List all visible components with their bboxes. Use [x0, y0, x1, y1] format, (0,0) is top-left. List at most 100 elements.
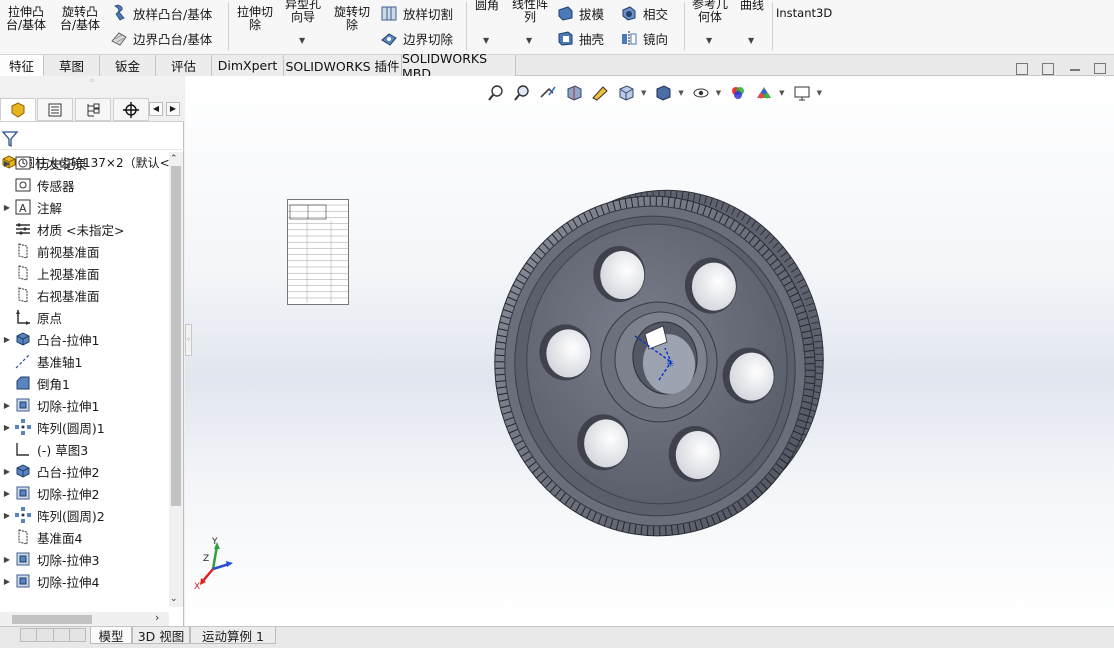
- view-orientation-icon[interactable]: [615, 83, 637, 103]
- hole-wizard-button[interactable]: 异型孔 向导 ▼: [282, 0, 324, 50]
- curves-dropdown-icon[interactable]: ▼: [748, 36, 754, 45]
- apply-scene-icon[interactable]: [753, 83, 775, 103]
- expand-arrow-icon[interactable]: ▶: [0, 401, 14, 410]
- expand-arrow-icon[interactable]: ▶: [0, 335, 14, 344]
- panel-tabs-scroll-left-icon[interactable]: ◀: [149, 102, 163, 116]
- scroll-down-icon[interactable]: ⌄: [170, 594, 178, 604]
- extrude-boss-button[interactable]: 拉伸凸 台/基体: [2, 0, 50, 50]
- tree-item[interactable]: ▶ 切除-拉伸4: [0, 570, 168, 592]
- tree-item[interactable]: 倒角1: [0, 372, 168, 394]
- tree-item[interactable]: 上视基准面: [0, 262, 168, 284]
- panel-grip[interactable]: ◦: [0, 76, 184, 96]
- tile-left-icon[interactable]: [1016, 63, 1028, 75]
- display-style-icon[interactable]: [652, 83, 674, 103]
- swept-boss-button[interactable]: 放样凸台/基体: [110, 2, 212, 24]
- panel-tabs-scroll-right-icon[interactable]: ▶: [166, 102, 180, 116]
- last-tab-icon[interactable]: [70, 629, 85, 641]
- tree-item[interactable]: ▶ A 注解: [0, 196, 168, 218]
- prev-tab-icon[interactable]: [37, 629, 54, 641]
- next-tab-icon[interactable]: [54, 629, 70, 641]
- previous-view-icon[interactable]: [537, 83, 559, 103]
- expand-arrow-icon[interactable]: ▶: [0, 489, 14, 498]
- graphics-area[interactable]: ◦ ▼ ▼ ▼ ▼ ▼ ✳ Y Z X: [185, 76, 1114, 626]
- linear-pattern-dropdown-icon[interactable]: ▼: [526, 36, 532, 45]
- expand-arrow-icon[interactable]: ▶: [0, 159, 14, 168]
- tree-item[interactable]: ▶ 阵列(圆周)2: [0, 504, 168, 526]
- hole-wizard-dropdown-icon[interactable]: ▼: [299, 36, 305, 45]
- mirror-button[interactable]: 镜向: [620, 27, 668, 49]
- tree-item[interactable]: 基准轴1: [0, 350, 168, 372]
- instant3d-button[interactable]: Instant3D: [776, 0, 832, 50]
- tab-features[interactable]: 特征: [0, 55, 44, 76]
- tab-motion-study[interactable]: 运动算例 1: [190, 627, 276, 644]
- hide-show-items-icon[interactable]: [690, 83, 712, 103]
- dynamic-annotation-icon[interactable]: [589, 83, 611, 103]
- shell-button[interactable]: 抽壳: [556, 27, 604, 49]
- tree-item[interactable]: ▶ 切除-拉伸1: [0, 394, 168, 416]
- tab-sheet-metal[interactable]: 钣金: [100, 55, 156, 76]
- reference-geometry-button[interactable]: 参考几 何体 ▼: [688, 0, 732, 50]
- panel-collapse-handle[interactable]: ◦: [185, 324, 192, 356]
- extrude-cut-button[interactable]: 拉伸切 除: [232, 0, 278, 50]
- tab-sketch[interactable]: 草图: [44, 55, 100, 76]
- tab-scroll-buttons[interactable]: [20, 628, 86, 642]
- display-style-dropdown-icon[interactable]: ▼: [678, 89, 683, 97]
- tab-dimxpert[interactable]: DimXpert: [212, 55, 284, 76]
- tree-item[interactable]: ▶ 切除-拉伸2: [0, 482, 168, 504]
- curves-button[interactable]: 曲线 ▼: [736, 0, 768, 50]
- property-manager-tab[interactable]: [37, 98, 73, 121]
- boundary-cut-button[interactable]: 边界切除: [380, 27, 453, 49]
- expand-arrow-icon[interactable]: ▶: [0, 467, 14, 476]
- tree-vertical-scroll-thumb[interactable]: [171, 166, 181, 506]
- fillet-button[interactable]: 圆角 ▼: [470, 0, 504, 50]
- reference-triad[interactable]: Y Z X: [193, 536, 243, 592]
- first-tab-icon[interactable]: [21, 629, 38, 641]
- swept-cut-button[interactable]: 放样切割: [380, 2, 453, 24]
- dimxpert-manager-tab[interactable]: [113, 98, 149, 121]
- feature-manager-tab[interactable]: [0, 98, 36, 121]
- gear-model[interactable]: ✳: [485, 186, 825, 546]
- zoom-to-area-icon[interactable]: [511, 83, 533, 103]
- expand-arrow-icon[interactable]: ▶: [0, 511, 14, 520]
- expand-arrow-icon[interactable]: ▶: [0, 203, 14, 212]
- tree-item[interactable]: ▶ 阵列(圆周)1: [0, 416, 168, 438]
- tab-solidworks-mbd[interactable]: SOLIDWORKS MBD: [402, 51, 516, 81]
- tree-item[interactable]: 原点: [0, 306, 168, 328]
- filter-icon[interactable]: [1, 130, 19, 148]
- section-view-icon[interactable]: [563, 83, 585, 103]
- tree-item[interactable]: ▶ 凸台-拉伸2: [0, 460, 168, 482]
- hide-show-dropdown-icon[interactable]: ▼: [716, 89, 721, 97]
- tree-item[interactable]: 传感器: [0, 174, 168, 196]
- fillet-dropdown-icon[interactable]: ▼: [483, 36, 489, 45]
- tile-right-icon[interactable]: [1042, 63, 1054, 75]
- tree-item[interactable]: 右视基准面: [0, 284, 168, 306]
- boundary-boss-button[interactable]: 边界凸台/基体: [110, 27, 212, 49]
- tree-item[interactable]: 前视基准面: [0, 240, 168, 262]
- reference-geometry-dropdown-icon[interactable]: ▼: [706, 36, 712, 45]
- configuration-manager-tab[interactable]: [75, 98, 111, 121]
- tree-item[interactable]: (-) 草图3: [0, 438, 168, 460]
- apply-scene-dropdown-icon[interactable]: ▼: [779, 89, 784, 97]
- tree-item[interactable]: ▶ 历史记录: [0, 152, 168, 174]
- tab-model[interactable]: 模型: [90, 627, 132, 644]
- tree-item[interactable]: ▶ 切除-拉伸3: [0, 548, 168, 570]
- tab-3d-view[interactable]: 3D 视图: [132, 627, 190, 644]
- intersect-button[interactable]: 相交: [620, 2, 668, 24]
- revolve-boss-button[interactable]: 旋转凸 台/基体: [54, 0, 106, 50]
- restore-icon[interactable]: [1094, 63, 1106, 74]
- revolve-cut-button[interactable]: 旋转切 除: [330, 0, 374, 50]
- scroll-up-icon[interactable]: ⌃: [170, 154, 178, 164]
- expand-arrow-icon[interactable]: ▶: [0, 423, 14, 432]
- view-settings-dropdown-icon[interactable]: ▼: [817, 89, 822, 97]
- tree-item[interactable]: 材质 <未指定>: [0, 218, 168, 240]
- scroll-right-icon[interactable]: ›: [155, 611, 159, 624]
- linear-pattern-button[interactable]: 线性阵 列 ▼: [508, 0, 552, 50]
- tree-item[interactable]: 基准面4: [0, 526, 168, 548]
- draft-button[interactable]: 拔模: [556, 2, 604, 24]
- zoom-to-fit-icon[interactable]: [485, 83, 507, 103]
- tree-horizontal-scroll-thumb[interactable]: [12, 615, 92, 624]
- edit-appearance-icon[interactable]: [727, 83, 749, 103]
- view-orientation-dropdown-icon[interactable]: ▼: [641, 89, 646, 97]
- view-settings-icon[interactable]: [791, 83, 813, 103]
- tab-evaluate[interactable]: 评估: [156, 55, 212, 76]
